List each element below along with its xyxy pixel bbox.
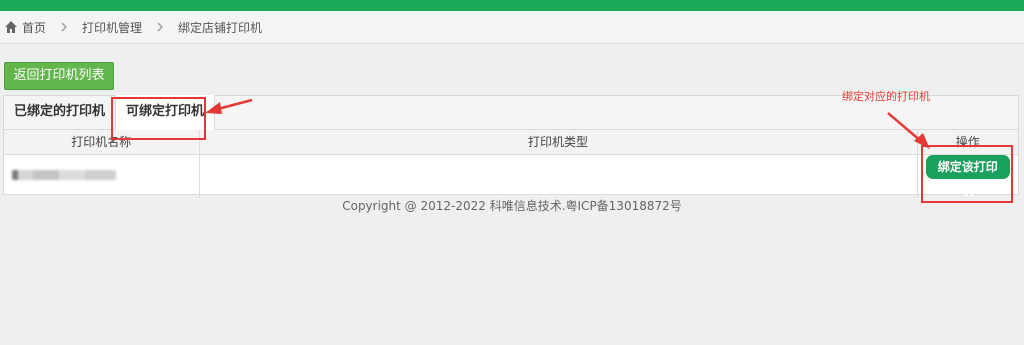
breadcrumb-home[interactable]: 首页 xyxy=(22,19,46,36)
printer-name-cell xyxy=(4,154,200,198)
breadcrumb-printer-management[interactable]: 打印机管理 xyxy=(82,19,142,36)
chevron-right-icon xyxy=(156,22,164,32)
tab-bound-printers[interactable]: 已绑定的打印机 xyxy=(4,95,115,129)
breadcrumb-current: 绑定店铺打印机 xyxy=(178,20,263,35)
home-icon[interactable] xyxy=(4,20,18,34)
highlight-box-tab xyxy=(111,97,206,140)
chevron-right-icon xyxy=(60,22,68,32)
table-row: 绑定该打印机 xyxy=(4,154,1018,198)
printer-table: 打印机名称 打印机类型 操作 绑定该打印机 xyxy=(4,130,1018,198)
column-header-printer-type: 打印机类型 xyxy=(199,130,918,155)
printer-type-cell xyxy=(199,154,918,198)
annotation-label: 绑定对应的打印机 xyxy=(842,90,930,103)
highlight-box-action xyxy=(921,145,1013,203)
back-to-printer-list-button[interactable]: 返回打印机列表 xyxy=(4,62,114,90)
redacted-printer-name xyxy=(12,170,116,180)
breadcrumb: 首页 打印机管理 绑定店铺打印机 xyxy=(0,11,1024,44)
copyright-footer: Copyright @ 2012-2022 科唯信息技术.粤ICP备130188… xyxy=(342,199,682,213)
top-bar xyxy=(0,0,1024,11)
